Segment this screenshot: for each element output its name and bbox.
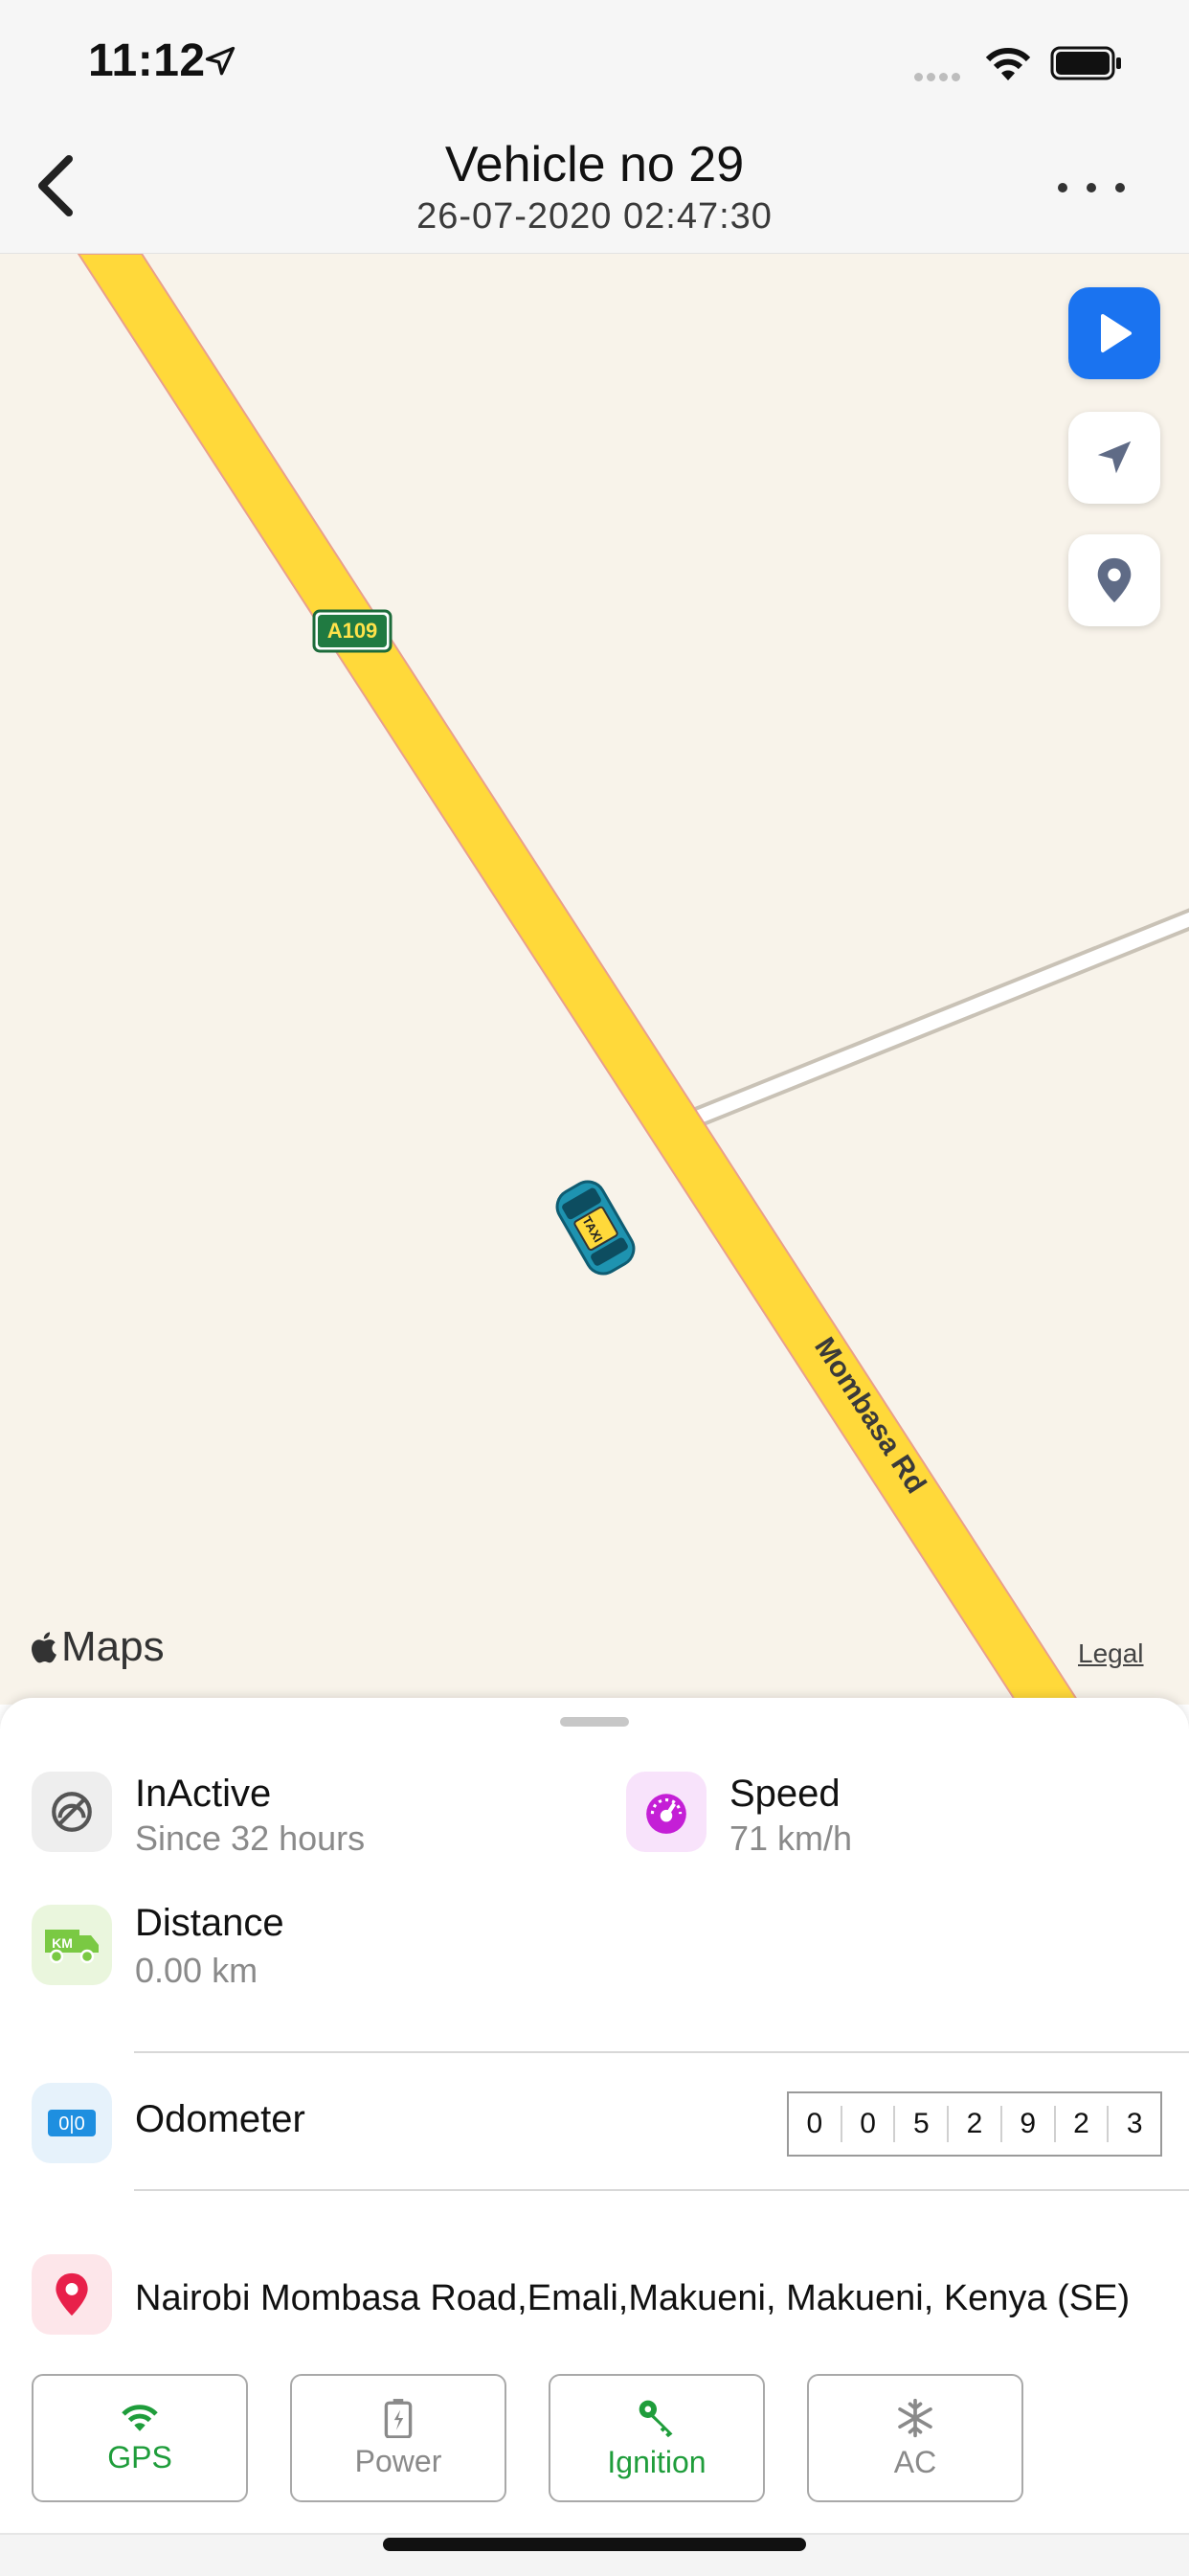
odometer-reading: 0052923 [787, 2091, 1162, 2157]
battery-charging-icon [384, 2398, 413, 2438]
svg-text:A109: A109 [327, 619, 378, 643]
wifi-signal-icon [122, 2404, 158, 2431]
gps-status-chip[interactable]: GPS [32, 2374, 248, 2502]
odometer-icon: 0|0 [32, 2083, 112, 2163]
ac-label: AC [893, 2444, 937, 2479]
odometer-digit: 9 [1002, 2106, 1056, 2142]
play-icon [1101, 314, 1132, 352]
ignition-status-chip[interactable]: Ignition [549, 2374, 765, 2502]
key-icon [639, 2400, 673, 2437]
navigation-arrow-icon [1097, 441, 1132, 474]
vehicle-marker[interactable]: TAXI [550, 1175, 639, 1279]
distance-truck-icon: KM [32, 1905, 112, 1985]
odometer-digit: 2 [1056, 2106, 1110, 2142]
apple-logo-icon [32, 1632, 56, 1663]
legal-link[interactable]: Legal [1078, 1638, 1144, 1669]
svg-text:KM: KM [52, 1935, 73, 1951]
power-label: Power [354, 2443, 442, 2478]
odometer-digit: 2 [949, 2106, 1002, 2142]
map-view[interactable]: A109 Mombasa Rd TAXI Maps Legal [0, 254, 1189, 1705]
odometer-digit: 3 [1126, 2108, 1143, 2139]
odometer-digit: 0 [789, 2106, 842, 2142]
distance-label: Distance [135, 1902, 284, 1944]
divider [134, 2051, 1189, 2053]
top-bar: 11:12 Vehicle no 29 26-07-2020 02:47:30 [0, 0, 1189, 254]
address-pin-icon [32, 2254, 112, 2335]
location-services-icon [205, 46, 236, 76]
cellular-signal-icon [914, 69, 964, 86]
status-time: 11:12 [88, 35, 206, 86]
home-indicator[interactable] [383, 2538, 806, 2551]
route-shield: A109 [312, 609, 393, 653]
battery-icon [1050, 46, 1121, 80]
inactive-status-icon [32, 1772, 112, 1852]
maps-wordmark: Maps [61, 1623, 165, 1670]
speed-value: 71 km/h [729, 1819, 853, 1858]
page-subtitle-timestamp: 26-07-2020 02:47:30 [416, 196, 773, 237]
sheet-grabber[interactable] [560, 1717, 629, 1727]
map-roads: A109 Mombasa Rd TAXI [77, 254, 1189, 1701]
distance-value: 0.00 km [135, 1951, 258, 1990]
location-pin-icon [1097, 557, 1132, 603]
navigate-button[interactable] [1068, 412, 1160, 504]
apple-maps-attribution: Maps [29, 1623, 165, 1671]
status-value: Since 32 hours [135, 1819, 366, 1858]
page-title: Vehicle no 29 [444, 137, 745, 192]
divider [134, 2189, 1189, 2191]
ignition-label: Ignition [607, 2444, 707, 2479]
odometer-digit: 5 [895, 2106, 950, 2142]
status-label: InActive [135, 1773, 272, 1815]
wifi-icon [985, 48, 1031, 80]
svg-text:0|0: 0|0 [58, 2113, 84, 2135]
odometer-digit: 0 [842, 2106, 896, 2142]
power-status-chip[interactable]: Power [290, 2374, 506, 2502]
locate-vehicle-button[interactable] [1068, 534, 1160, 626]
ac-status-chip[interactable]: AC [807, 2374, 1023, 2502]
more-options-icon[interactable] [1053, 178, 1130, 197]
vehicle-address: Nairobi Mombasa Road,Emali,Makueni, Maku… [135, 2278, 1131, 2318]
play-route-button[interactable] [1068, 287, 1160, 379]
vehicle-info-sheet: InActive Since 32 hours Speed 71 km/h KM… [0, 1698, 1189, 2574]
speedometer-icon [626, 1772, 707, 1852]
gps-label: GPS [107, 2439, 172, 2474]
snowflake-icon [898, 2398, 932, 2437]
odometer-label: Odometer [135, 2098, 305, 2140]
speed-label: Speed [729, 1773, 841, 1815]
